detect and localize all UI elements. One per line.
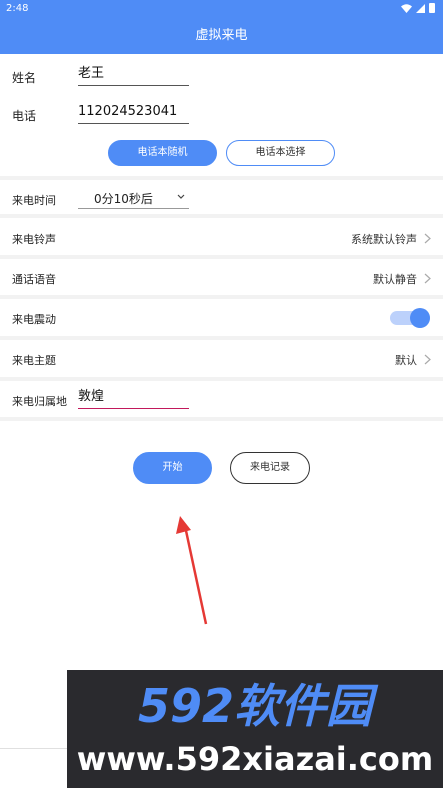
ringtone-label: 来电铃声: [12, 233, 56, 246]
chevron-right-icon: [424, 233, 431, 244]
select-contact-button[interactable]: 电话本选择: [226, 140, 335, 166]
battery-icon: [429, 3, 435, 13]
divider: [0, 214, 443, 218]
ringtone-row[interactable]: 来电铃声 系统默认铃声: [0, 219, 443, 257]
status-bar: 2:48: [0, 0, 443, 18]
name-input[interactable]: 老王: [78, 64, 189, 86]
theme-value: 默认: [395, 354, 417, 367]
site-watermark: 592软件园 www.592xiazai.com: [67, 670, 443, 788]
call-time-dropdown[interactable]: 0分10秒后: [78, 187, 189, 209]
bottom-divider: [0, 748, 70, 749]
page-title: 虚拟来电: [195, 28, 248, 43]
watermark-logo-text: 592软件园: [138, 679, 379, 733]
app-bar: 虚拟来电: [0, 18, 443, 54]
call-time-value: 0分10秒后: [94, 192, 153, 206]
location-label: 来电归属地: [12, 395, 67, 408]
call-time-row: 来电时间: [0, 180, 443, 218]
vibrate-toggle[interactable]: [390, 308, 430, 328]
name-label: 姓名: [12, 71, 37, 85]
start-button[interactable]: 开始: [133, 452, 212, 484]
chevron-right-icon: [424, 273, 431, 284]
wifi-icon: [401, 3, 412, 13]
random-contact-button[interactable]: 电话本随机: [108, 140, 217, 166]
signal-icon: [416, 3, 425, 13]
phone-input[interactable]: 112024523041: [78, 102, 189, 124]
voice-row[interactable]: 通话语音 默认静音: [0, 259, 443, 297]
vibrate-label: 来电震动: [12, 313, 56, 326]
voice-label: 通话语音: [12, 273, 56, 286]
theme-label: 来电主题: [12, 354, 56, 367]
status-icons: [401, 3, 435, 13]
chevron-right-icon: [424, 354, 431, 365]
call-history-button[interactable]: 来电记录: [230, 452, 310, 484]
ringtone-value: 系统默认铃声: [351, 233, 417, 246]
annotation-arrow-icon: [176, 516, 208, 625]
divider: [0, 417, 443, 421]
phone-label: 电话: [12, 109, 37, 123]
location-row: 来电归属地: [0, 381, 443, 419]
vibrate-row: 来电震动: [0, 299, 443, 337]
location-input[interactable]: 敦煌: [78, 387, 189, 409]
toggle-thumb: [410, 308, 430, 328]
watermark-logo: 592软件园: [138, 679, 379, 733]
status-time: 2:48: [6, 3, 29, 14]
theme-row[interactable]: 来电主题 默认: [0, 340, 443, 378]
watermark-url: www.592xiazai.com: [76, 740, 434, 778]
call-time-label: 来电时间: [12, 194, 56, 207]
chevron-down-icon: [177, 194, 185, 199]
voice-value: 默认静音: [373, 273, 417, 286]
